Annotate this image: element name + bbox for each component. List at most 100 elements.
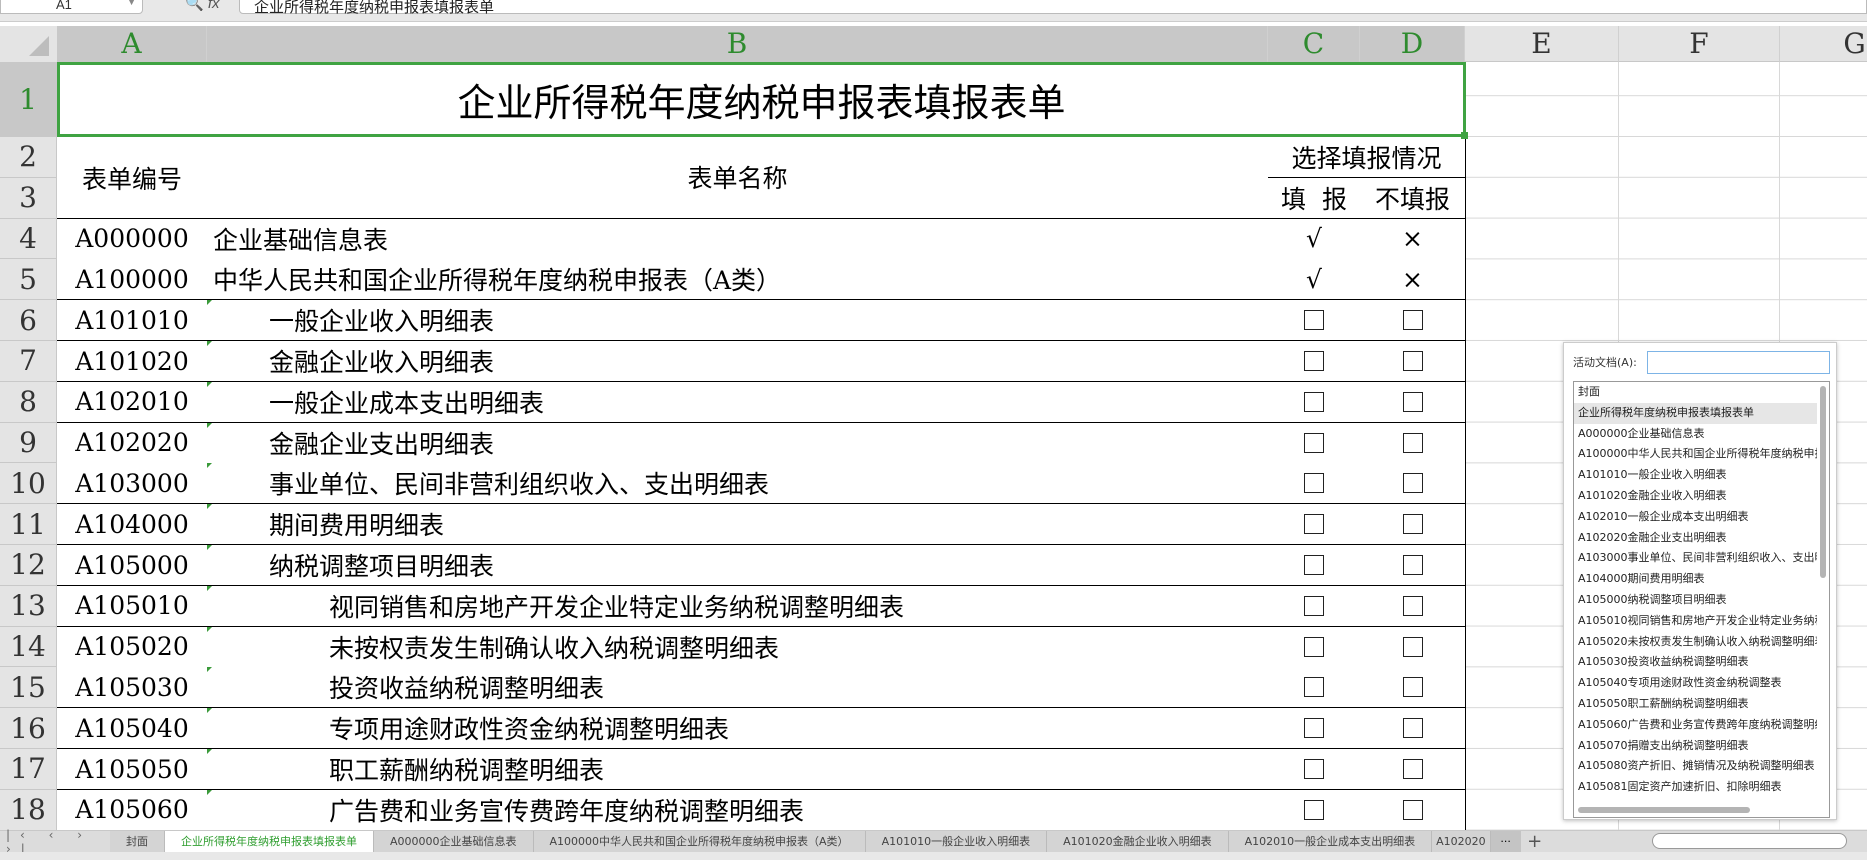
- checkbox-icon[interactable]: [1402, 759, 1423, 779]
- form-code-cell[interactable]: A102020: [57, 422, 208, 464]
- document-list-item[interactable]: A105080资产折旧、摊销情况及纳税调整明细表: [1574, 756, 1817, 777]
- checkbox-icon[interactable]: [1402, 799, 1423, 820]
- document-list-item[interactable]: A105020未按权责发生制确认收入纳税调整明细表: [1574, 632, 1817, 653]
- nofill-checkbox-cell[interactable]: [1360, 789, 1466, 831]
- formula-input[interactable]: 企业所得税年度纳税申报表填报表单: [239, 0, 1867, 16]
- document-list-item[interactable]: A100000中华人民共和国企业所得税年度纳税申报表（A类）: [1574, 444, 1817, 465]
- checkbox-icon[interactable]: [1402, 351, 1423, 371]
- zoom-icon[interactable]: 🔍: [185, 0, 204, 12]
- nofill-checkbox-cell[interactable]: [1360, 504, 1466, 546]
- checkbox-icon[interactable]: [1304, 514, 1324, 535]
- document-list-item[interactable]: A102020金融企业支出明细表: [1574, 528, 1817, 549]
- form-code-cell[interactable]: A105040: [57, 708, 208, 750]
- checkbox-icon[interactable]: [1304, 677, 1324, 698]
- fill-checkbox-cell[interactable]: √: [1268, 218, 1361, 260]
- checkbox-icon[interactable]: [1304, 636, 1324, 657]
- form-name-cell[interactable]: 一般企业收入明细表: [207, 300, 1269, 342]
- fill-checkbox-cell[interactable]: [1268, 381, 1361, 423]
- fx-icon[interactable]: fx: [208, 0, 220, 12]
- checkbox-icon[interactable]: [1402, 473, 1423, 494]
- fill-checkbox-cell[interactable]: [1268, 667, 1361, 709]
- row-header-2[interactable]: 2: [0, 137, 57, 178]
- column-header-B[interactable]: B: [207, 26, 1268, 62]
- row-header-14[interactable]: 14: [0, 626, 57, 668]
- document-list-item[interactable]: A105040专项用途财政性资金纳税调整表: [1574, 673, 1817, 694]
- form-code-cell[interactable]: A100000: [57, 259, 208, 301]
- document-list-item[interactable]: 企业所得税年度纳税申报表填报表单: [1574, 402, 1817, 424]
- form-name-cell[interactable]: 纳税调整项目明细表: [207, 545, 1269, 586]
- fill-checkbox-cell[interactable]: [1268, 626, 1361, 668]
- document-list-item[interactable]: A102010一般企业成本支出明细表: [1574, 507, 1817, 528]
- add-sheet-button[interactable]: +: [1521, 831, 1549, 852]
- document-list-item[interactable]: A105081固定资产加速折旧、扣除明细表: [1574, 777, 1817, 798]
- checkbox-icon[interactable]: [1304, 310, 1324, 331]
- fill-checkbox-cell[interactable]: [1268, 463, 1361, 505]
- nofill-checkbox-cell[interactable]: [1360, 463, 1466, 505]
- row-header-9[interactable]: 9: [0, 422, 57, 464]
- form-code-cell[interactable]: A101010: [57, 300, 208, 342]
- header-code[interactable]: 表单编号: [57, 137, 208, 219]
- sheet-tab[interactable]: A101020金融企业收入明细表: [1047, 830, 1229, 853]
- active-document-input[interactable]: [1647, 351, 1830, 374]
- form-code-cell[interactable]: A105060: [57, 789, 208, 831]
- sheet-tab[interactable]: A000000企业基础信息表: [374, 830, 534, 853]
- sheet-tab[interactable]: 企业所得税年度纳税申报表填报表单: [165, 830, 374, 853]
- checkbox-icon[interactable]: [1402, 391, 1423, 412]
- checkbox-icon[interactable]: [1304, 473, 1324, 494]
- nofill-checkbox-cell[interactable]: [1360, 585, 1466, 627]
- checkbox-icon[interactable]: [1402, 555, 1423, 575]
- fill-checkbox-cell[interactable]: [1268, 585, 1361, 627]
- horizontal-scrollbar[interactable]: [1578, 807, 1750, 813]
- document-list-item[interactable]: A104000期间费用明细表: [1574, 569, 1817, 590]
- nofill-checkbox-cell[interactable]: [1360, 749, 1466, 790]
- nofill-checkbox-cell[interactable]: [1360, 341, 1466, 382]
- row-header-15[interactable]: 15: [0, 667, 57, 709]
- fill-checkbox-cell[interactable]: [1268, 300, 1361, 342]
- column-header-E[interactable]: E: [1465, 26, 1619, 62]
- nofill-checkbox-cell[interactable]: ×: [1360, 259, 1466, 301]
- nofill-checkbox-cell[interactable]: [1360, 422, 1466, 464]
- checkbox-icon[interactable]: [1402, 718, 1423, 739]
- document-list[interactable]: 封面 企业所得税年度纳税申报表填报表单 A000000企业基础信息表 A100000中…: [1573, 381, 1830, 818]
- row-header-12[interactable]: 12: [0, 545, 57, 586]
- form-name-cell[interactable]: 期间费用明细表: [207, 504, 1269, 546]
- form-name-cell[interactable]: 金融企业收入明细表: [207, 341, 1269, 382]
- checkbox-icon[interactable]: [1402, 310, 1423, 331]
- form-code-cell[interactable]: A102010: [57, 381, 208, 423]
- form-code-cell[interactable]: A105050: [57, 749, 208, 790]
- nofill-checkbox-cell[interactable]: ×: [1360, 218, 1466, 260]
- nofill-checkbox-cell[interactable]: [1360, 667, 1466, 709]
- form-name-cell[interactable]: 投资收益纳税调整明细表: [207, 667, 1269, 709]
- form-code-cell[interactable]: A101020: [57, 341, 208, 382]
- fill-checkbox-cell[interactable]: [1268, 789, 1361, 831]
- form-name-cell[interactable]: 职工薪酬纳税调整明细表: [207, 749, 1269, 790]
- header-fill[interactable]: 填 报: [1268, 178, 1361, 219]
- chevron-down-icon[interactable]: ▼: [127, 0, 136, 7]
- row-header-13[interactable]: 13: [0, 585, 57, 627]
- checkbox-icon[interactable]: [1304, 351, 1324, 371]
- horizontal-scrollbar[interactable]: [1652, 833, 1847, 849]
- row-header-16[interactable]: 16: [0, 708, 57, 749]
- checkbox-icon[interactable]: [1304, 555, 1324, 575]
- sheet-tab[interactable]: A100000中华人民共和国企业所得税年度纳税申报表（A类）: [533, 830, 866, 853]
- form-name-cell[interactable]: 中华人民共和国企业所得税年度纳税申报表（A类）: [207, 259, 1269, 301]
- column-header-D[interactable]: D: [1360, 26, 1465, 62]
- checkbox-icon[interactable]: [1402, 677, 1423, 698]
- document-list-item[interactable]: A000000企业基础信息表: [1574, 424, 1817, 445]
- nofill-checkbox-cell[interactable]: [1360, 545, 1466, 586]
- fill-handle[interactable]: [1461, 132, 1468, 139]
- checkbox-icon[interactable]: [1304, 799, 1324, 820]
- fill-checkbox-cell[interactable]: [1268, 749, 1361, 790]
- document-list-item[interactable]: A101010一般企业收入明细表: [1574, 465, 1817, 486]
- row-header-11[interactable]: 11: [0, 504, 57, 545]
- sheet-tab[interactable]: A102010一般企业成本支出明细表: [1228, 830, 1433, 853]
- row-header-1[interactable]: 1: [0, 62, 57, 137]
- form-name-cell[interactable]: 未按权责发生制确认收入纳税调整明细表: [207, 626, 1269, 668]
- form-code-cell[interactable]: A104000: [57, 504, 208, 546]
- row-header-6[interactable]: 6: [0, 300, 57, 341]
- checkbox-icon[interactable]: [1304, 391, 1324, 412]
- row-header-7[interactable]: 7: [0, 341, 57, 382]
- form-name-cell[interactable]: 视同销售和房地产开发企业特定业务纳税调整明细表: [207, 585, 1269, 627]
- column-header-A[interactable]: A: [57, 26, 207, 62]
- checkbox-icon[interactable]: [1402, 595, 1423, 616]
